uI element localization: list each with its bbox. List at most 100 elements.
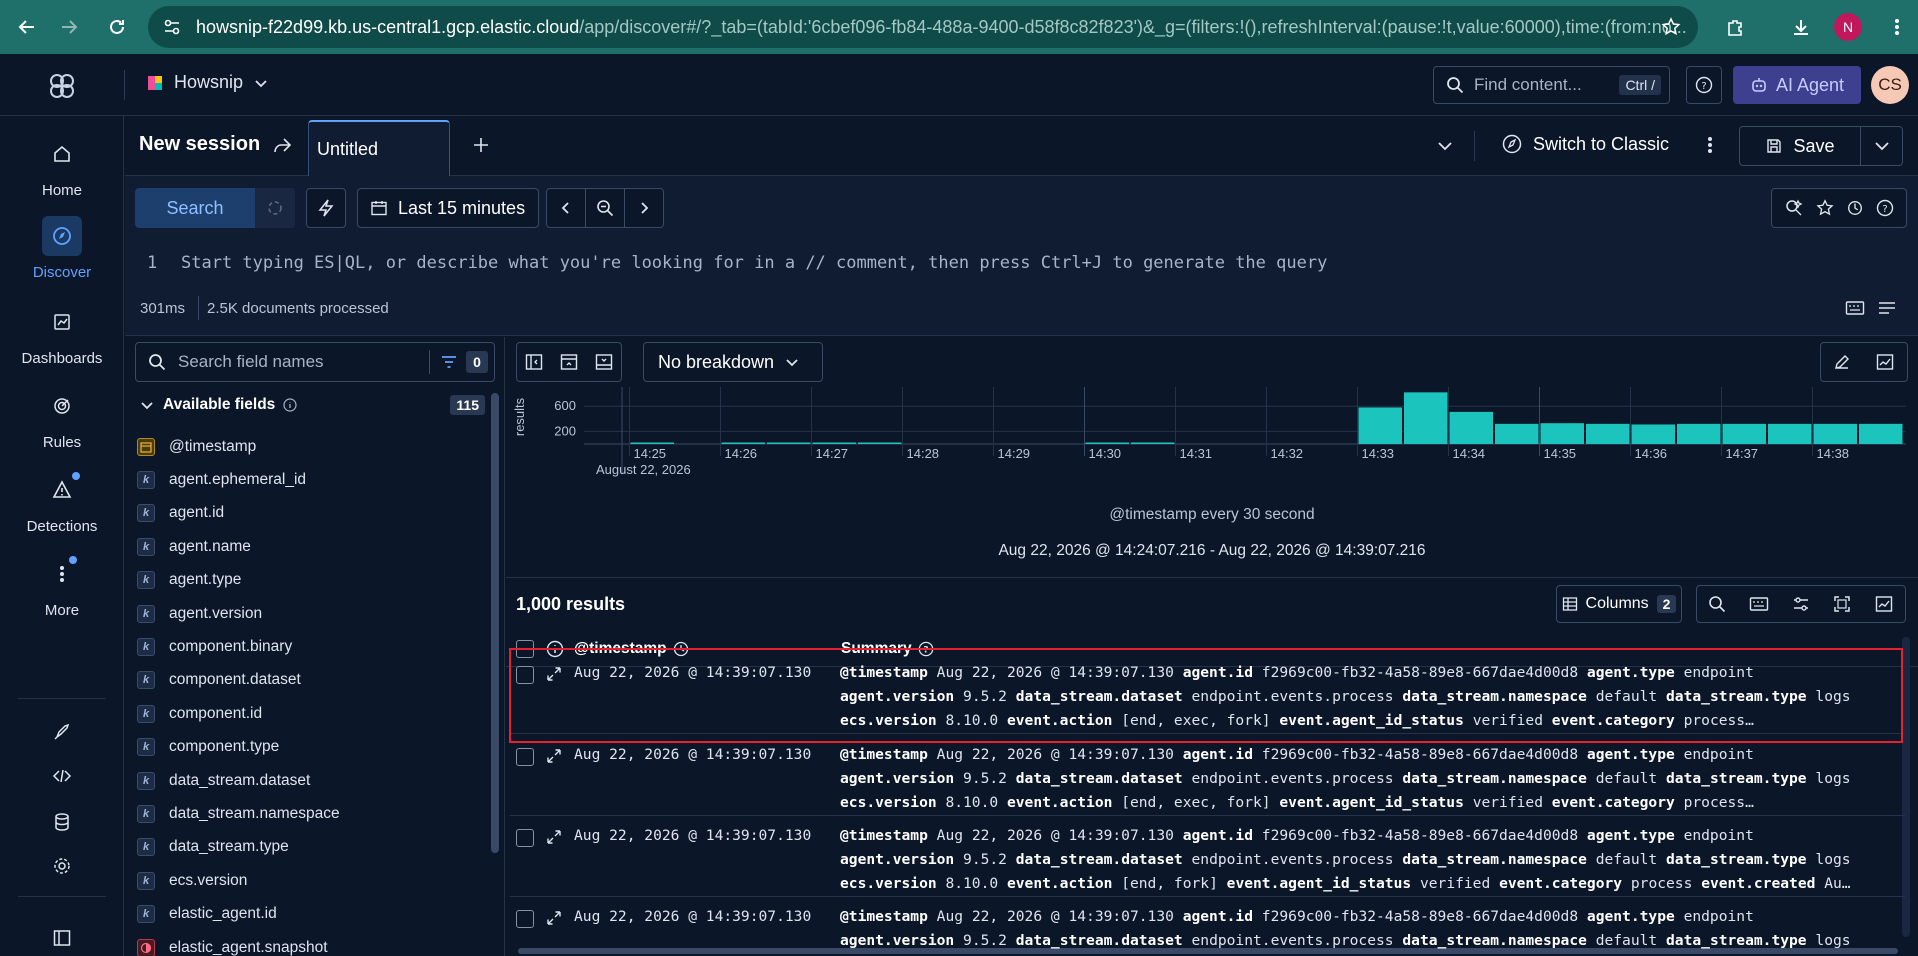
collapse-sidebar-icon[interactable] bbox=[524, 352, 544, 372]
field-item[interactable]: k data_stream.namespace bbox=[137, 797, 340, 830]
forward-icon[interactable] bbox=[52, 10, 86, 44]
histogram-bar[interactable] bbox=[1586, 423, 1630, 444]
histogram-bar[interactable] bbox=[1131, 442, 1175, 445]
field-item[interactable]: k component.binary bbox=[137, 630, 292, 663]
field-item[interactable]: elastic_agent.snapshot bbox=[137, 931, 328, 956]
expand-row-icon[interactable] bbox=[546, 666, 562, 682]
address-bar[interactable]: howsnip-f22d99.kb.us-central1.gcp.elasti… bbox=[148, 6, 1698, 48]
back-icon[interactable] bbox=[10, 10, 44, 44]
nav-item-detections[interactable]: Detections bbox=[0, 470, 124, 535]
field-item[interactable]: k ecs.version bbox=[137, 864, 247, 897]
histogram-bar[interactable] bbox=[630, 442, 675, 445]
bookmark-star-icon[interactable] bbox=[1654, 10, 1688, 44]
nav-item-more[interactable]: More bbox=[0, 554, 124, 619]
field-item[interactable]: k component.dataset bbox=[137, 664, 301, 697]
zoom-out-icon[interactable] bbox=[585, 188, 625, 228]
help-circle-icon[interactable]: ? bbox=[1876, 199, 1894, 217]
display-settings-icon[interactable] bbox=[1792, 595, 1810, 613]
browser-menu-icon[interactable] bbox=[1880, 10, 1914, 44]
field-item[interactable]: @timestamp bbox=[137, 430, 256, 463]
histogram-bar[interactable] bbox=[1358, 407, 1403, 444]
search-button[interactable]: Search bbox=[135, 188, 255, 228]
nav-item-rules[interactable]: Rules bbox=[0, 386, 124, 451]
field-item[interactable]: k data_stream.dataset bbox=[137, 764, 310, 797]
history-icon[interactable] bbox=[1846, 199, 1864, 217]
switch-to-classic-button[interactable]: Switch to Classic bbox=[1501, 133, 1669, 155]
database-icon[interactable] bbox=[52, 812, 72, 832]
field-list-scrollbar[interactable] bbox=[491, 393, 499, 853]
ai-agent-button[interactable]: AI Agent bbox=[1733, 66, 1861, 104]
collapse-nav-icon[interactable] bbox=[52, 928, 72, 948]
table-row[interactable]: Aug 22, 2026 @ 14:39:07.130 @timestamp Au… bbox=[510, 735, 1905, 816]
time-forward-chevron-icon[interactable] bbox=[624, 188, 664, 228]
elastic-logo-icon[interactable] bbox=[46, 70, 78, 102]
field-item[interactable]: k agent.id bbox=[137, 497, 224, 530]
extensions-icon[interactable] bbox=[1718, 10, 1752, 44]
histogram-bar[interactable] bbox=[1085, 442, 1130, 445]
more-options-icon[interactable] bbox=[1707, 134, 1713, 156]
histogram-bar[interactable] bbox=[1722, 423, 1767, 444]
code-icon[interactable] bbox=[52, 766, 72, 786]
table-row[interactable]: Aug 22, 2026 @ 14:39:07.130 @timestamp Au… bbox=[510, 653, 1905, 734]
search-icon[interactable] bbox=[1708, 595, 1726, 613]
row-checkbox[interactable] bbox=[516, 748, 534, 766]
time-picker-button[interactable]: Last 15 minutes bbox=[357, 188, 539, 228]
esql-editor-input[interactable]: Start typing ES|QL, or describe what you… bbox=[181, 253, 1327, 273]
histogram-bar[interactable] bbox=[1404, 392, 1448, 444]
add-to-dashboard-icon[interactable] bbox=[1875, 352, 1895, 372]
search-field-names-input[interactable]: Search field names 0 bbox=[135, 342, 495, 382]
table-row[interactable]: Aug 22, 2026 @ 14:39:07.130 @timestamp Au… bbox=[510, 816, 1905, 897]
field-item[interactable]: k data_stream.type bbox=[137, 831, 289, 864]
field-item[interactable]: k component.type bbox=[137, 731, 279, 764]
time-back-chevron-icon[interactable] bbox=[546, 188, 586, 228]
share-icon[interactable] bbox=[271, 135, 293, 157]
histogram-bar[interactable] bbox=[1449, 411, 1494, 444]
list-lines-icon[interactable] bbox=[1877, 300, 1897, 316]
tab-untitled[interactable]: Untitled bbox=[308, 120, 450, 176]
expand-row-icon[interactable] bbox=[546, 829, 562, 845]
histogram-bar[interactable] bbox=[1631, 424, 1676, 444]
histogram-bar[interactable] bbox=[767, 442, 811, 445]
row-checkbox[interactable] bbox=[516, 910, 534, 928]
field-item[interactable]: k agent.type bbox=[137, 564, 241, 597]
star-icon[interactable] bbox=[1816, 199, 1834, 217]
nav-item-discover[interactable]: Discover bbox=[0, 216, 124, 281]
fullscreen-icon[interactable] bbox=[1833, 595, 1851, 613]
edit-pencil-icon[interactable] bbox=[1833, 353, 1851, 371]
chart-hide-icon[interactable] bbox=[559, 352, 579, 372]
histogram-bar[interactable] bbox=[1813, 423, 1858, 444]
histogram-bar[interactable] bbox=[1495, 423, 1539, 444]
columns-button[interactable]: Columns 2 bbox=[1556, 585, 1682, 623]
refresh-spinner-icon[interactable] bbox=[255, 188, 295, 228]
nav-item-dashboards[interactable]: Dashboards bbox=[0, 302, 124, 367]
field-item[interactable]: k agent.version bbox=[137, 597, 262, 630]
histogram-bar[interactable] bbox=[812, 442, 857, 445]
gear-icon[interactable] bbox=[52, 856, 72, 876]
expand-row-icon[interactable] bbox=[546, 748, 562, 764]
breakdown-selector[interactable]: No breakdown bbox=[643, 342, 823, 382]
find-content-input[interactable]: Find content... Ctrl / bbox=[1433, 66, 1670, 104]
histogram-bar[interactable] bbox=[1859, 423, 1903, 444]
field-item[interactable]: k agent.name bbox=[137, 530, 251, 563]
histogram-bar[interactable] bbox=[1540, 423, 1585, 444]
field-item[interactable]: k component.id bbox=[137, 697, 262, 730]
row-checkbox[interactable] bbox=[516, 666, 534, 684]
keyboard-icon[interactable] bbox=[1749, 596, 1769, 612]
visualize-icon[interactable] bbox=[1874, 594, 1894, 614]
site-info-icon[interactable] bbox=[162, 17, 182, 37]
help-icon[interactable]: ? bbox=[1686, 66, 1722, 104]
tabs-menu-chevron-icon[interactable] bbox=[1435, 136, 1455, 156]
histogram-bar[interactable] bbox=[858, 442, 902, 445]
expand-row-icon[interactable] bbox=[546, 910, 562, 926]
save-options-chevron-icon[interactable] bbox=[1861, 126, 1903, 166]
reload-icon[interactable] bbox=[100, 10, 134, 44]
field-item[interactable]: k agent.ephemeral_id bbox=[137, 463, 306, 496]
nav-item-home[interactable]: Home bbox=[0, 134, 124, 199]
histogram-bar[interactable] bbox=[1677, 423, 1721, 444]
user-avatar[interactable]: CS bbox=[1871, 66, 1909, 104]
rocket-icon[interactable] bbox=[52, 722, 72, 742]
quick-menu-lightning-icon[interactable] bbox=[306, 188, 346, 228]
keyboard-icon[interactable] bbox=[1845, 300, 1865, 316]
ai-assist-icon[interactable] bbox=[1784, 198, 1804, 218]
field-item[interactable]: k elastic_agent.id bbox=[137, 898, 277, 931]
